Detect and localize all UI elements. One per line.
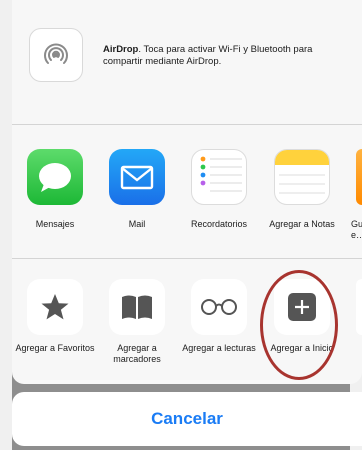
cancel-button[interactable]: Cancelar	[12, 392, 362, 446]
share-sheet: AirDrop. Toca para activar Wi-Fi y Bluet…	[12, 0, 362, 384]
notes-icon[interactable]	[274, 149, 330, 205]
app-label-mensajes: Mensajes	[35, 219, 75, 229]
action-label-favoritos: Agregar a Favoritos	[15, 343, 95, 353]
glasses-icon[interactable]	[191, 279, 247, 335]
background-left	[0, 0, 12, 450]
star-icon[interactable]	[27, 279, 83, 335]
messages-icon[interactable]	[27, 149, 83, 205]
app-row: Mensajes Mail Recordatorios Agregar a No…	[12, 125, 362, 258]
app-label-mail: Mail	[128, 219, 146, 229]
app-label-notas: Agregar a Notas	[269, 219, 335, 229]
airdrop-icon[interactable]	[29, 28, 83, 82]
action-label-lecturas: Agregar a lecturas	[182, 343, 256, 353]
app-label-partial: Gu… e…	[351, 219, 362, 240]
airdrop-row[interactable]: AirDrop. Toca para activar Wi-Fi y Bluet…	[12, 0, 362, 124]
reminders-icon[interactable]	[191, 149, 247, 205]
app-label-recordatorios: Recordatorios	[190, 219, 248, 229]
add-to-home-icon[interactable]	[274, 279, 330, 335]
app-icon[interactable]	[356, 149, 362, 205]
airdrop-title: AirDrop	[103, 44, 139, 55]
book-icon[interactable]	[109, 279, 165, 335]
action-row: Agregar a Favoritos Agregar a marcadores…	[12, 259, 362, 384]
action-label-inicio: Agregar a Inicio	[270, 343, 334, 353]
action-label-marcadores: Agregar a marcadores	[113, 343, 161, 364]
airdrop-description: AirDrop. Toca para activar Wi-Fi y Bluet…	[103, 44, 353, 68]
mail-icon[interactable]	[109, 149, 165, 205]
partial-action-tile[interactable]	[356, 279, 362, 335]
